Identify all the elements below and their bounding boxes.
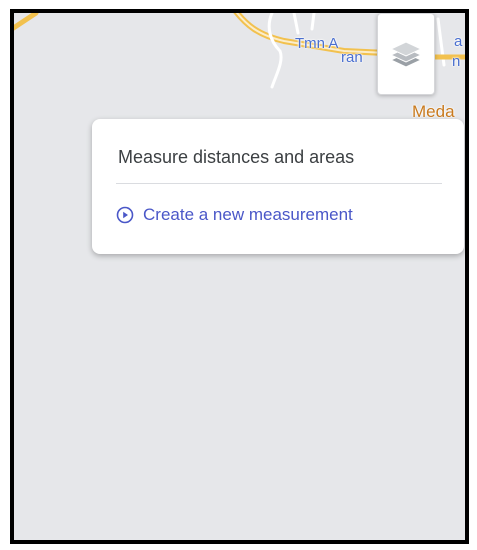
map-label-town[interactable]: Tmn A <box>295 35 338 52</box>
map-viewport[interactable]: Tmn A ran a n Meda a Measure distances a… <box>10 9 469 544</box>
measure-panel-title: Measure distances and areas <box>118 147 355 167</box>
map-label-fragment[interactable]: a <box>454 33 462 50</box>
play-circle-icon <box>116 206 134 224</box>
create-measurement-link[interactable]: Create a new measurement <box>116 205 353 225</box>
map-minor-road <box>310 13 316 31</box>
map-minor-road <box>267 13 283 89</box>
map-road <box>14 13 39 31</box>
divider <box>116 183 442 184</box>
measure-panel: Measure distances and areas Create a new… <box>92 119 464 254</box>
create-measurement-label: Create a new measurement <box>143 205 353 224</box>
map-label-town-line2[interactable]: ran <box>341 49 363 66</box>
map-minor-road <box>292 13 300 35</box>
map-label-fragment[interactable]: n <box>452 53 460 70</box>
layers-icon <box>389 41 423 68</box>
layers-button[interactable] <box>377 13 435 95</box>
